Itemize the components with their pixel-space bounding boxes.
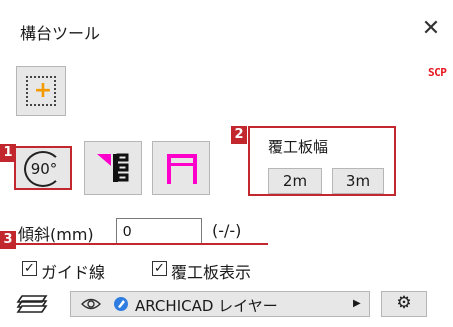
chevron-right-icon: ▶ — [353, 298, 361, 309]
layer-name: ARCHICAD レイヤー — [135, 297, 278, 315]
eye-icon — [81, 298, 101, 310]
pen-icon — [114, 297, 128, 311]
frame-button[interactable] — [152, 141, 210, 195]
guide-line-checkbox[interactable]: ✓ ガイド線 — [22, 259, 132, 282]
layer-dropdown[interactable]: ARCHICAD レイヤー ▶ — [70, 291, 370, 317]
checkbox-checked-icon: ✓ — [152, 261, 167, 276]
settings-button[interactable]: ⚙ — [381, 291, 427, 317]
slope-label: 傾斜(mm) — [18, 225, 94, 244]
close-button[interactable]: ✕ — [416, 14, 446, 44]
plus-square-dotted-icon: + — [26, 76, 56, 106]
board-2m-button[interactable]: 2m — [268, 168, 322, 194]
board-width-group: 覆工板幅 2m 3m — [248, 126, 396, 196]
add-button[interactable]: + — [16, 66, 66, 116]
slope-unit: (-/-) — [212, 221, 242, 240]
slope-highlight-underline — [0, 243, 268, 245]
rotate-90-button[interactable]: 90° — [14, 146, 72, 190]
guide-line-label: ガイド線 — [41, 263, 106, 282]
board-3m-button[interactable]: 3m — [332, 168, 384, 194]
title-bar: 構台ツール ✕ — [0, 0, 453, 58]
leg-select-icon — [97, 153, 129, 182]
leg-select-button[interactable] — [84, 141, 142, 195]
checkbox-checked-icon: ✓ — [22, 261, 37, 276]
scp-badge: SCP — [428, 66, 447, 79]
marker-2: 2 — [231, 126, 247, 144]
frame-icon — [167, 154, 197, 184]
board-width-label: 覆工板幅 — [268, 138, 329, 156]
layers-icon — [16, 295, 48, 313]
plus-glyph: + — [33, 78, 53, 103]
slope-input[interactable] — [116, 218, 202, 244]
board-display-checkbox[interactable]: ✓ 覆工板表示 — [152, 259, 312, 282]
window-title: 構台ツール — [20, 24, 101, 43]
board-display-label: 覆工板表示 — [171, 263, 252, 282]
rotate-label: 90° — [30, 160, 58, 178]
marker-3: 3 — [0, 231, 16, 249]
gear-icon: ⚙ — [396, 293, 412, 313]
